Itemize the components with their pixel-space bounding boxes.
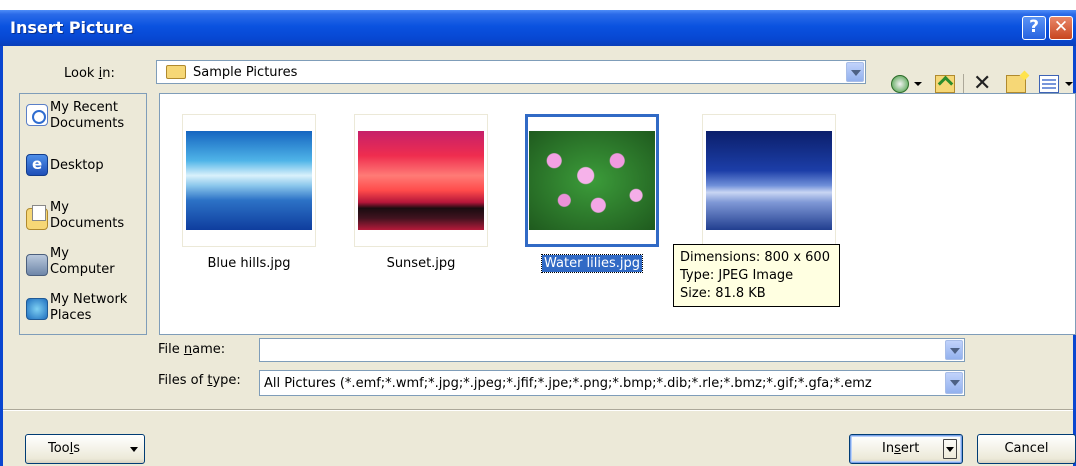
new-folder-icon[interactable]	[1006, 75, 1026, 93]
insert-options-arrow-icon[interactable]	[943, 439, 957, 459]
file-name-sunset[interactable]: Sunset.jpg	[354, 256, 488, 271]
place-my-documents[interactable]: My Documents	[26, 200, 146, 244]
file-list[interactable]: Blue hills.jpg Sunset.jpg Water lilies.j…	[159, 93, 1076, 335]
cancel-button[interactable]: Cancel	[977, 434, 1076, 464]
tools-button[interactable]: Tools	[25, 434, 145, 464]
footer-divider	[3, 409, 1073, 411]
place-my-recent-documents[interactable]: My Recent Documents	[26, 100, 146, 144]
network-places-icon	[26, 298, 48, 320]
blue-hills-image	[186, 131, 312, 230]
place-label-line1: My	[50, 246, 69, 261]
delete-icon[interactable]: ✕	[973, 73, 993, 95]
my-computer-icon	[26, 254, 48, 276]
dialog-title: Insert Picture	[10, 18, 134, 37]
place-desktop[interactable]: Desktop	[26, 154, 146, 198]
folder-icon	[166, 65, 186, 79]
help-button[interactable]: ?	[1022, 16, 1046, 40]
files-of-type-value: All Pictures (*.emf;*.wmf;*.jpg;*.jpeg;*…	[264, 376, 872, 391]
place-my-network-places[interactable]: My Network Places	[26, 292, 146, 336]
back-icon[interactable]	[891, 75, 909, 93]
recent-documents-icon	[26, 104, 48, 126]
file-name-input[interactable]	[259, 338, 965, 362]
up-one-level-icon[interactable]	[935, 75, 955, 93]
close-button[interactable]: ✕	[1049, 16, 1073, 40]
place-label-line2: Documents	[50, 116, 125, 131]
water-lilies-image	[529, 131, 655, 230]
title-bar[interactable]: Insert Picture ? ✕	[0, 10, 1076, 46]
insert-picture-dialog: Insert Picture ? ✕ Look in: Sample Pictu…	[0, 10, 1076, 466]
views-icon[interactable]	[1039, 75, 1059, 93]
files-of-type-dropdown[interactable]: All Pictures (*.emf;*.wmf;*.jpg;*.jpeg;*…	[259, 370, 965, 396]
tooltip-dimensions: Dimensions: 800 x 600	[680, 250, 830, 265]
place-label-line1: Desktop	[50, 158, 104, 173]
chevron-down-icon[interactable]	[945, 340, 963, 360]
views-dropdown-arrow-icon[interactable]	[1065, 82, 1073, 86]
chevron-down-icon[interactable]	[846, 62, 864, 82]
place-label-line2: Documents	[50, 216, 125, 231]
file-name-water-lilies[interactable]: Water lilies.jpg	[525, 254, 659, 273]
my-documents-icon	[26, 205, 48, 230]
place-label-line2: Places	[50, 308, 92, 323]
file-name-blue-hills[interactable]: Blue hills.jpg	[182, 256, 316, 271]
file-thumbnail-blue-hills[interactable]	[182, 114, 316, 247]
tooltip-size: Size: 81.8 KB	[680, 286, 766, 301]
chevron-down-icon[interactable]	[945, 372, 963, 394]
tools-dropdown-arrow-icon	[130, 447, 138, 452]
back-dropdown-arrow-icon[interactable]	[914, 82, 922, 86]
look-in-label: Look in:	[64, 66, 115, 81]
place-label-line1: My Recent	[50, 100, 118, 115]
place-label-line2: Computer	[50, 262, 115, 277]
place-my-computer[interactable]: My Computer	[26, 246, 146, 290]
place-label-line1: My Network	[50, 292, 128, 307]
look-in-value: Sample Pictures	[193, 65, 298, 80]
files-of-type-label: Files of type:	[158, 373, 241, 388]
tooltip-type: Type: JPEG Image	[680, 268, 794, 283]
file-info-tooltip: Dimensions: 800 x 600 Type: JPEG Image S…	[673, 244, 840, 307]
sunset-image	[358, 131, 484, 230]
place-label-line1: My	[50, 200, 69, 215]
look-in-dropdown[interactable]: Sample Pictures	[156, 60, 866, 84]
selected-file-label: Water lilies.jpg	[540, 254, 644, 273]
file-thumbnail-winter[interactable]	[702, 114, 836, 247]
winter-image	[706, 131, 832, 230]
file-thumbnail-water-lilies[interactable]	[525, 114, 659, 247]
file-thumbnail-sunset[interactable]	[354, 114, 488, 247]
file-name-label: File name:	[158, 342, 226, 357]
insert-button[interactable]: Insert	[849, 434, 963, 464]
desktop-icon	[26, 154, 48, 176]
places-bar: My RecentDocuments Desktop MyDocuments M…	[19, 93, 147, 335]
